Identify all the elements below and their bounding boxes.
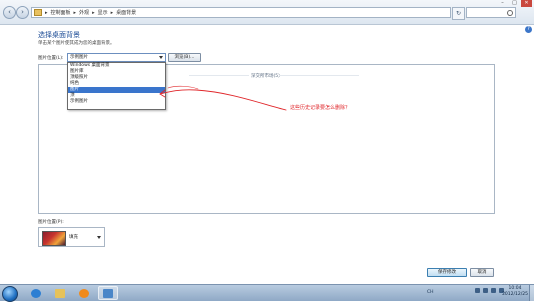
help-icon[interactable]: ? (525, 26, 532, 33)
search-input[interactable] (466, 7, 516, 18)
picture-position-label: 图片位置(P): (38, 220, 64, 225)
taskbar-item-control-panel[interactable] (98, 286, 118, 300)
breadcrumb-item-appearance[interactable]: 外观 (79, 9, 89, 16)
language-indicator[interactable]: CH (427, 290, 434, 295)
group-divider (279, 75, 359, 76)
group-divider (189, 75, 249, 76)
picture-location-select[interactable]: 示例图片 (67, 53, 166, 62)
refresh-button[interactable]: ↻ (452, 7, 465, 20)
dropdown-option[interactable]: 示例图片 (68, 99, 165, 105)
clock[interactable]: 10:04 2012/12/25 (502, 286, 528, 298)
internet-explorer-icon (31, 288, 41, 298)
taskbar: CH 10:04 2012/12/25 (0, 284, 534, 302)
picture-position-value: 填充 (69, 235, 78, 240)
group-header: 深交所市场(5) (251, 74, 280, 79)
taskbar-item-ie[interactable] (26, 286, 46, 300)
breadcrumb-separator: ▸ (92, 9, 95, 16)
taskbar-item-explorer[interactable] (50, 286, 70, 300)
picture-location-label: 图片位置(L): (38, 56, 64, 61)
page-description: 单击某个图片使其成为您的桌面背景。 (38, 41, 115, 46)
picture-location-value: 示例图片 (70, 55, 88, 60)
picture-location-dropdown: Windows 桌面背景 图片库 顶级照片 纯色 图片 顶 示例图片 (67, 62, 166, 110)
tray-icon[interactable] (475, 288, 480, 293)
position-thumbnail (42, 231, 66, 246)
breadcrumb[interactable]: ▸ 控制面板 ▸ 外观 ▸ 显示 ▸ 桌面背景 (31, 7, 451, 18)
clock-date: 2012/12/25 (502, 292, 528, 297)
close-button[interactable]: ✕ (521, 0, 532, 7)
folder-icon (34, 9, 42, 16)
breadcrumb-separator: ▸ (110, 9, 114, 16)
breadcrumb-item-display[interactable]: 显示 (98, 9, 108, 16)
cancel-button[interactable]: 取消 (470, 268, 494, 277)
folder-icon (55, 288, 65, 298)
breadcrumb-separator: ▸ (45, 9, 48, 16)
address-bar: ‹ › ▸ 控制面板 ▸ 外观 ▸ 显示 ▸ 桌面背景 ↻ – □ ✕ (0, 0, 534, 25)
forward-button[interactable]: › (16, 6, 29, 19)
picture-position-select[interactable]: 填充 (38, 227, 105, 247)
network-icon[interactable] (491, 288, 496, 293)
breadcrumb-separator: ▸ (73, 9, 77, 16)
back-button[interactable]: ‹ (3, 6, 16, 19)
breadcrumb-item-desktop-background[interactable]: 桌面背景 (116, 9, 136, 16)
tray-icon[interactable] (483, 288, 488, 293)
page-title: 选择桌面背景 (38, 31, 80, 39)
media-player-icon (79, 288, 89, 298)
breadcrumb-item-control-panel[interactable]: 控制面板 (51, 9, 71, 16)
chevron-down-icon (159, 56, 163, 59)
maximize-button[interactable]: □ (509, 0, 520, 7)
minimize-button[interactable]: – (497, 0, 508, 7)
browse-button[interactable]: 浏览(B)... (168, 53, 201, 62)
control-panel-icon (103, 288, 113, 298)
show-desktop-button[interactable] (529, 285, 534, 301)
taskbar-item-media[interactable] (74, 286, 94, 300)
system-tray (475, 288, 504, 293)
annotation-text: 这些历史记录要怎么删除？ (290, 105, 351, 111)
chevron-down-icon (97, 236, 101, 239)
save-changes-button[interactable]: 保存修改 (427, 268, 467, 277)
search-icon (507, 10, 513, 16)
window-controls: – □ ✕ (497, 0, 532, 7)
